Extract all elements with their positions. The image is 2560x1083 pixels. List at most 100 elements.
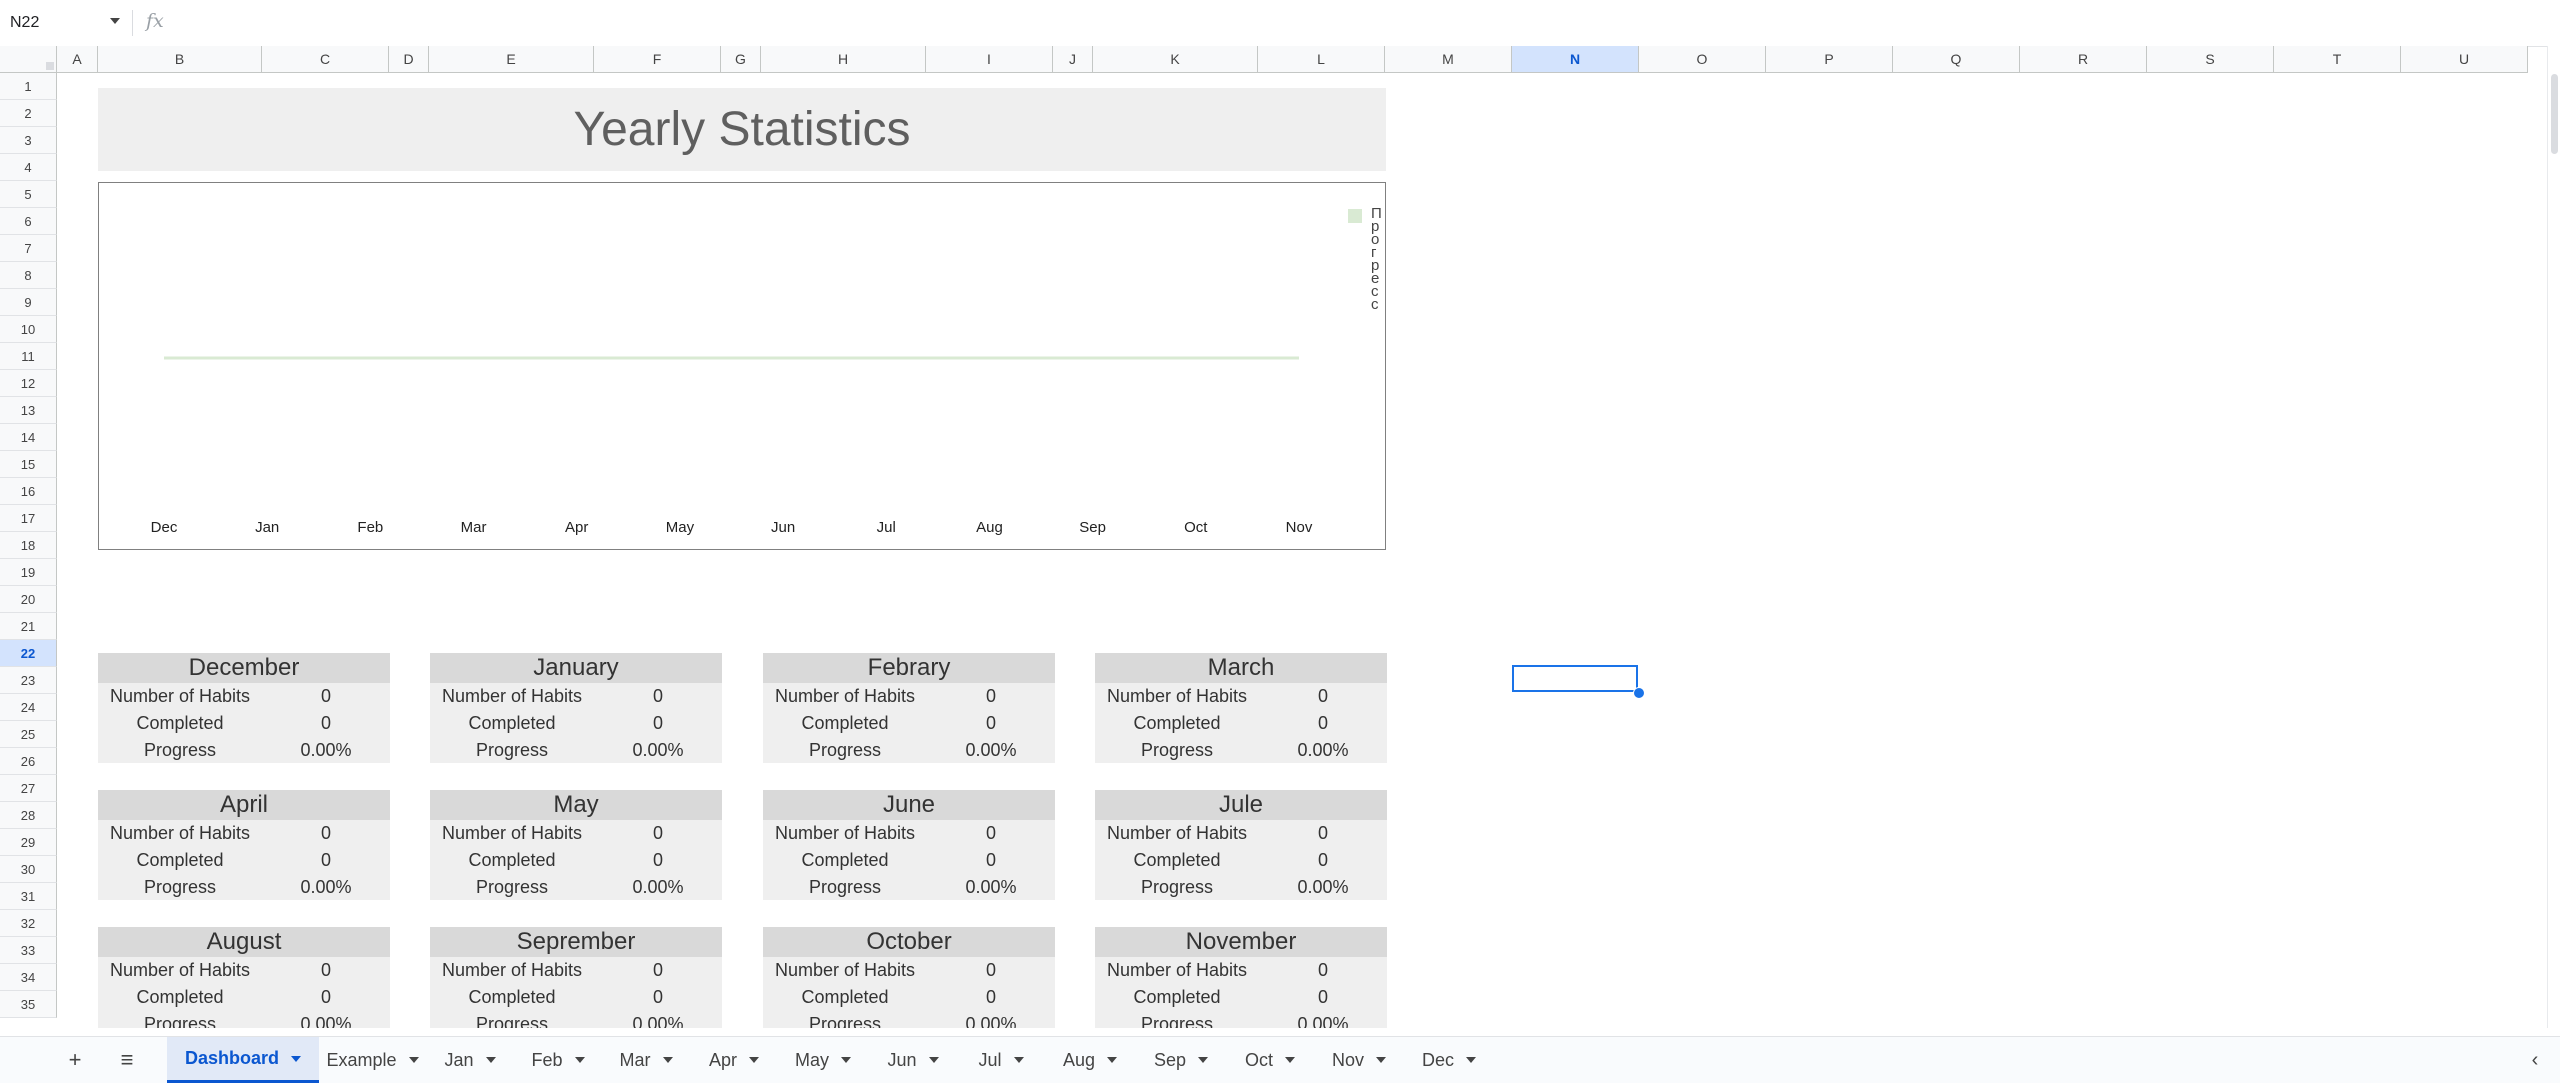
row-header-14[interactable]: 14 [0,424,57,451]
tab-mar[interactable]: Mar [602,1037,690,1083]
tab-example[interactable]: Example [319,1037,426,1083]
row-header-25[interactable]: 25 [0,721,57,748]
column-header-c[interactable]: C [262,46,389,73]
tab-jan[interactable]: Jan [426,1037,514,1083]
chevron-down-icon[interactable] [291,1055,302,1062]
row-header-6[interactable]: 6 [0,208,57,235]
column-header-s[interactable]: S [2147,46,2274,73]
chevron-down-icon[interactable] [1198,1057,1209,1063]
cell-area[interactable]: Yearly Statistics Dec Jan Feb Mar Apr May Jun J… [57,73,2547,1028]
tab-sep[interactable]: Sep [1136,1037,1226,1083]
column-header-e[interactable]: E [429,46,594,73]
row-header-24[interactable]: 24 [0,694,57,721]
chevron-down-icon[interactable] [1013,1057,1024,1063]
row-header-21[interactable]: 21 [0,613,57,640]
vertical-scroll-thumb[interactable] [2551,74,2558,154]
row-header-34[interactable]: 34 [0,964,57,991]
month-name: June [763,790,1055,820]
chevron-down-icon[interactable] [574,1057,585,1063]
column-header-b[interactable]: B [98,46,262,73]
habits-value: 0 [652,823,663,843]
chevron-down-icon[interactable] [662,1057,673,1063]
row-header-13[interactable]: 13 [0,397,57,424]
row-header-26[interactable]: 26 [0,748,57,775]
row-header-15[interactable]: 15 [0,451,57,478]
row-header-16[interactable]: 16 [0,478,57,505]
spreadsheet-grid[interactable]: ABCDEFGHIJKLMNOPQRSTU 1 2 3 4 5 6 7 8 9 10 11 12 13 1… [0,46,2560,1028]
tab-aug[interactable]: Aug [1044,1037,1136,1083]
tab-nov[interactable]: Nov [1314,1037,1404,1083]
chevron-down-icon[interactable] [1466,1057,1476,1063]
row-header-18[interactable]: 18 [0,532,57,559]
fill-handle[interactable] [1633,687,1645,699]
chevron-down-icon[interactable] [408,1057,419,1063]
chevron-down-icon[interactable] [485,1057,496,1063]
column-header-t[interactable]: T [2274,46,2401,73]
hamburger-icon[interactable]: ≡ [112,1045,142,1075]
column-header-i[interactable]: I [926,46,1053,73]
column-header-a[interactable]: A [57,46,98,73]
chevron-down-icon[interactable] [1107,1057,1118,1063]
column-header-q[interactable]: Q [1893,46,2020,73]
row-header-30[interactable]: 30 [0,856,57,883]
row-header-33[interactable]: 33 [0,937,57,964]
chevron-down-icon[interactable] [841,1057,851,1063]
row-header-11[interactable]: 11 [0,343,57,370]
row-header-29[interactable]: 29 [0,829,57,856]
row-header-4[interactable]: 4 [0,154,57,181]
tab-dec[interactable]: Dec [1404,1037,1494,1083]
tab-apr[interactable]: Apr [690,1037,778,1083]
chevron-down-icon[interactable] [928,1057,939,1063]
column-header-r[interactable]: R [2020,46,2147,73]
column-header-k[interactable]: K [1093,46,1258,73]
column-header-l[interactable]: L [1258,46,1385,73]
row-header-23[interactable]: 23 [0,667,57,694]
tab-jul[interactable]: Jul [958,1037,1044,1083]
chevron-left-icon[interactable]: ‹ [2520,1045,2550,1075]
row-header-35[interactable]: 35 [0,991,57,1018]
row-header-19[interactable]: 19 [0,559,57,586]
x-tick-label: Mar [461,519,487,536]
chevron-down-icon[interactable] [1376,1057,1386,1063]
row-header-22[interactable]: 22 [0,640,57,667]
chevron-down-icon[interactable] [749,1057,759,1063]
chevron-down-icon[interactable] [1285,1057,1295,1063]
plus-icon[interactable]: + [60,1045,90,1075]
select-all-corner[interactable] [0,46,57,73]
selected-cell[interactable] [1512,665,1638,692]
tab-feb[interactable]: Feb [514,1037,602,1083]
tab-dashboard[interactable]: Dashboard [167,1037,319,1083]
row-header-2[interactable]: 2 [0,100,57,127]
row-header-3[interactable]: 3 [0,127,57,154]
row-header-27[interactable]: 27 [0,775,57,802]
chevron-down-icon[interactable] [110,18,120,24]
column-header-o[interactable]: O [1639,46,1766,73]
column-header-j[interactable]: J [1053,46,1093,73]
column-header-p[interactable]: P [1766,46,1893,73]
column-header-m[interactable]: M [1385,46,1512,73]
row-header-10[interactable]: 10 [0,316,57,343]
row-header-7[interactable]: 7 [0,235,57,262]
column-header-g[interactable]: G [721,46,761,73]
tab-may[interactable]: May [778,1037,868,1083]
row-header-9[interactable]: 9 [0,289,57,316]
column-header-d[interactable]: D [389,46,429,73]
progress-chart[interactable]: Dec Jan Feb Mar Apr May Jun Jul Aug Sep Oct Nov Про… [98,182,1386,550]
name-box[interactable]: N22 [10,8,120,38]
row-header-31[interactable]: 31 [0,883,57,910]
tab-oct[interactable]: Oct [1226,1037,1314,1083]
vertical-scrollbar[interactable] [2547,46,2560,1028]
row-header-20[interactable]: 20 [0,586,57,613]
row-header-8[interactable]: 8 [0,262,57,289]
row-header-5[interactable]: 5 [0,181,57,208]
row-header-1[interactable]: 1 [0,73,57,100]
column-header-n[interactable]: N [1512,46,1639,73]
row-header-32[interactable]: 32 [0,910,57,937]
row-header-12[interactable]: 12 [0,370,57,397]
column-header-f[interactable]: F [594,46,721,73]
row-header-28[interactable]: 28 [0,802,57,829]
row-header-17[interactable]: 17 [0,505,57,532]
tab-jun[interactable]: Jun [868,1037,958,1083]
column-header-h[interactable]: H [761,46,926,73]
column-header-u[interactable]: U [2401,46,2528,73]
